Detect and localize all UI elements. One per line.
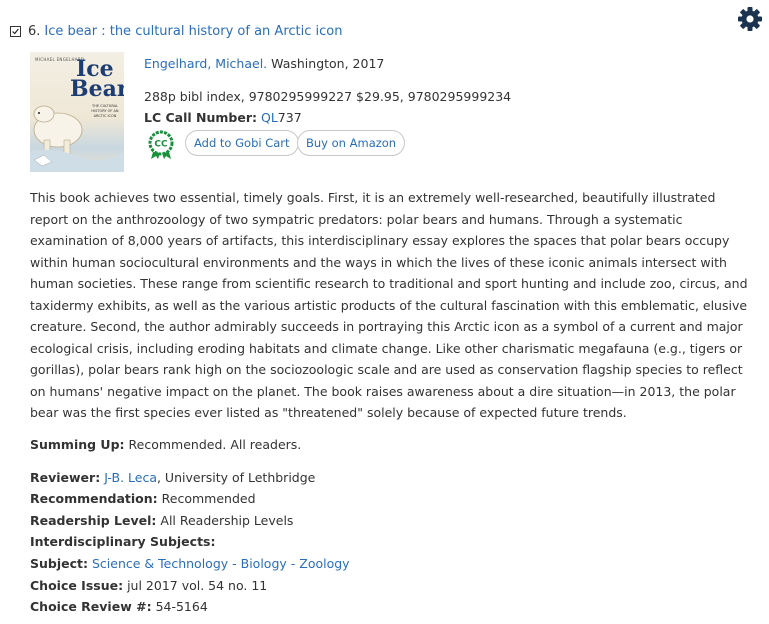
reviewer-row: Reviewer: J-B. Leca, University of Lethb… <box>30 470 315 485</box>
interdisciplinary-row: Interdisciplinary Subjects: <box>30 534 216 549</box>
polar-bear-illustration <box>30 105 124 172</box>
recommendation-row: Recommendation: Recommended <box>30 491 256 506</box>
choice-review-value: 54-5164 <box>155 599 208 614</box>
review-text: This book achieves two essential, timely… <box>30 190 748 420</box>
readership-label: Readership Level: <box>30 513 157 528</box>
subject-row: Subject: Science & Technology - Biology … <box>30 556 350 571</box>
readership-value: All Readership Levels <box>160 513 294 528</box>
cc-award-icon: CC <box>148 130 174 159</box>
lc-class-link[interactable]: QL <box>261 110 278 125</box>
lc-number: 737 <box>277 110 302 125</box>
reviewer-label: Reviewer: <box>30 470 101 485</box>
recommendation-value: Recommended <box>161 491 256 506</box>
recommendation-label: Recommendation: <box>30 491 158 506</box>
subject-label: Subject: <box>30 556 88 571</box>
choice-issue-label: Choice Issue: <box>30 578 124 593</box>
choice-issue-row: Choice Issue: jul 2017 vol. 54 no. 11 <box>30 578 267 593</box>
checkbox-checked-icon <box>12 28 19 35</box>
buy-on-amazon-button[interactable]: Buy on Amazon <box>297 130 406 156</box>
gear-icon[interactable] <box>737 6 763 32</box>
lc-call-label: LC Call Number: <box>144 110 257 125</box>
record-title-link[interactable]: Ice bear : the cultural history of an Ar… <box>44 24 342 39</box>
reviewer-name-link[interactable]: J-B. Leca <box>104 470 157 485</box>
cc-badge-text: CC <box>154 140 168 150</box>
choice-issue-value: jul 2017 vol. 54 no. 11 <box>127 578 268 593</box>
subject-separator: - <box>286 556 300 571</box>
choice-review-label: Choice Review #: <box>30 599 152 614</box>
reviewer-affiliation: , University of Lethbridge <box>156 470 316 485</box>
publication-info: Washington, 2017 <box>271 56 385 71</box>
subject-link-science-technology[interactable]: Science & Technology <box>92 556 228 571</box>
book-cover[interactable]: MICHAEL ENGELHARD Ice Bear THE CULTURAL … <box>30 52 124 172</box>
readership-row: Readership Level: All Readership Levels <box>30 513 293 528</box>
record-header: 6. Ice bear : the cultural history of an… <box>10 24 342 39</box>
record-index: 6. <box>28 24 41 39</box>
summing-up-row: Summing Up: Recommended. All readers. <box>30 437 301 452</box>
author-link[interactable]: Engelhard, Michael. <box>144 56 267 71</box>
select-checkbox[interactable] <box>10 26 21 37</box>
interdisciplinary-label: Interdisciplinary Subjects: <box>30 534 216 549</box>
add-to-gobi-cart-button[interactable]: Add to Gobi Cart <box>185 130 299 156</box>
subject-link-biology[interactable]: Biology <box>241 556 287 571</box>
subject-separator: - <box>228 556 241 571</box>
summing-up-label: Summing Up: <box>30 437 125 452</box>
summing-up-value: Recommended. All readers. <box>128 437 302 452</box>
choice-review-row: Choice Review #: 54-5164 <box>30 599 208 614</box>
record-details: 288p bibl index, 9780295999227 $29.95, 9… <box>144 89 512 104</box>
subject-link-zoology[interactable]: Zoology <box>299 556 349 571</box>
